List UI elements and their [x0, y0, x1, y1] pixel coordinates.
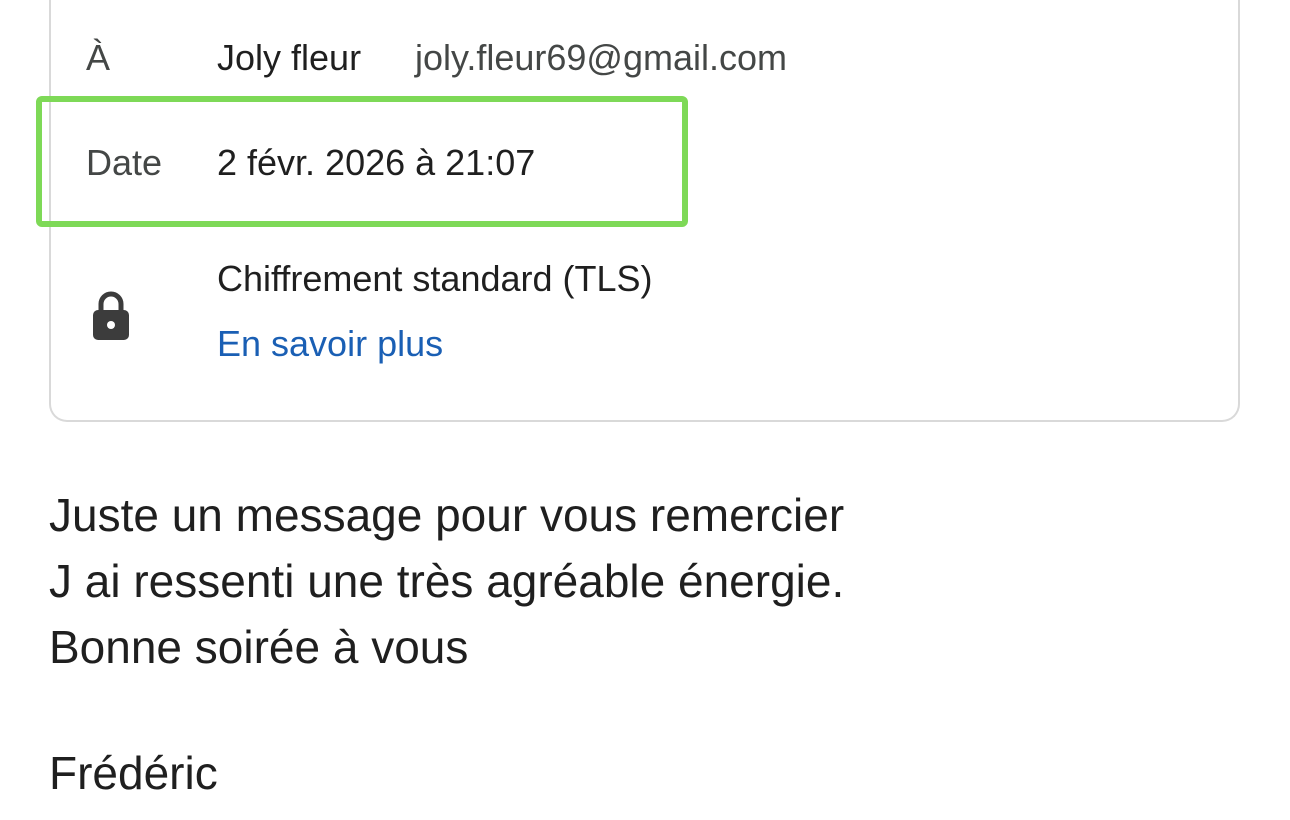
- message-signature: Frédéric: [49, 747, 218, 799]
- date-label: Date: [86, 142, 163, 183]
- to-label: À: [86, 37, 111, 78]
- lock-icon: [91, 291, 131, 341]
- message-line: J ai ressenti une très agréable énergie.: [49, 555, 845, 607]
- recipient-email[interactable]: joly.fleur69@gmail.com: [415, 40, 787, 76]
- learn-more-link[interactable]: En savoir plus: [217, 326, 443, 362]
- message-line: Bonne soirée à vous: [49, 621, 469, 673]
- message-line: Juste un message pour vous remercier: [49, 489, 845, 541]
- date-value: 2 févr. 2026 à 21:07: [217, 142, 536, 183]
- message-body: Juste un message pour vous remercier J a…: [49, 482, 844, 680]
- encryption-status: Chiffrement standard (TLS): [217, 258, 653, 299]
- recipient-name: Joly fleur: [217, 37, 362, 78]
